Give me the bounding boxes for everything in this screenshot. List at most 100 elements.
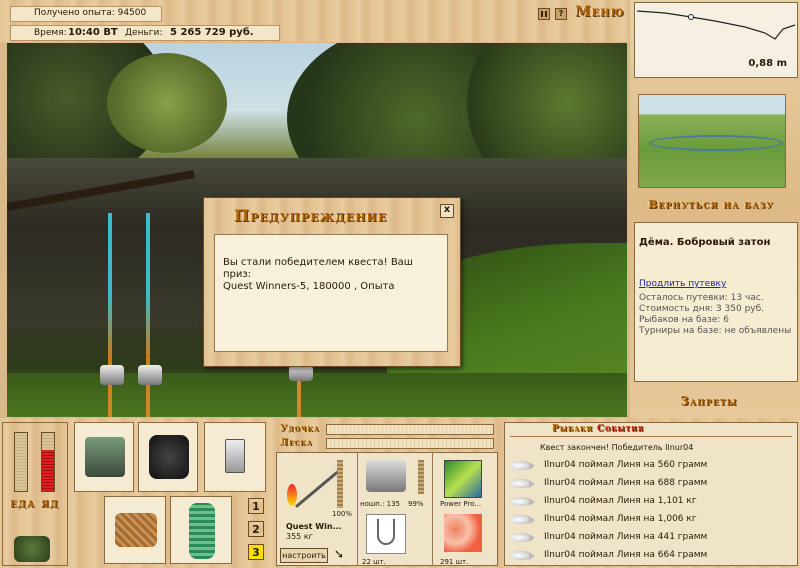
location-thumbnail[interactable] xyxy=(638,94,786,188)
slot-button-1[interactable]: 1 xyxy=(248,498,264,514)
reel-label: ношп.: 135 xyxy=(360,500,401,508)
fishing-rod-2[interactable] xyxy=(146,213,150,417)
tab-events[interactable]: События xyxy=(597,424,644,434)
fish-icon xyxy=(510,496,535,506)
bait-icon[interactable] xyxy=(444,514,482,552)
event-row: Ilnur04 поймал Линя на 688 грамм xyxy=(510,474,788,492)
bottom-panel: ЕДА ЯД 1 2 3 Удочка Леска 100% Quest Win… xyxy=(0,418,800,568)
event-text: Ilnur04 поймал Линя на 560 грамм xyxy=(544,460,708,470)
line-tension-bar xyxy=(326,438,494,449)
divider xyxy=(510,436,792,437)
experience-text: Получено опыта: 94500 xyxy=(34,8,147,18)
location-info-box: Дёма. Бобровый затон Продлить путевку Ос… xyxy=(634,222,798,382)
extend-permit-link[interactable]: Продлить путевку xyxy=(639,279,726,289)
slot-button-3[interactable]: 3 xyxy=(248,544,264,560)
back-to-base-button[interactable]: Вернуться на базу xyxy=(648,198,774,211)
slot-button-2[interactable]: 2 xyxy=(248,521,264,537)
pause-icon[interactable] xyxy=(538,8,550,20)
phone-icon xyxy=(225,439,245,473)
event-row: Ilnur04 поймал Линя на 441 грамм xyxy=(510,528,788,546)
line-bar-label: Леска xyxy=(280,438,313,448)
line-name: Power Pro... xyxy=(440,500,482,508)
tab-fishers[interactable]: Рыбаки xyxy=(552,424,593,434)
event-row: Ilnur04 поймал Линя на 1,006 кг xyxy=(510,510,788,528)
tackle-box-icon xyxy=(85,437,125,477)
food-meter xyxy=(14,432,28,492)
rod-icon xyxy=(295,467,343,508)
setup-button[interactable]: настроить xyxy=(280,548,328,563)
reel-2-icon[interactable] xyxy=(138,365,162,385)
event-text: Ilnur04 поймал Линя на 664 грамм xyxy=(544,550,708,560)
rod-pct: 100% xyxy=(332,510,353,518)
backpack-icon xyxy=(149,435,189,479)
divider xyxy=(357,452,358,566)
divider xyxy=(432,452,433,566)
arrow-icon[interactable]: ➘ xyxy=(334,548,346,560)
depth-marker-icon xyxy=(688,14,694,20)
fishing-line-icon[interactable] xyxy=(444,460,482,498)
fish-icon xyxy=(510,532,535,542)
fish-icon xyxy=(510,514,535,524)
location-name: Дёма. Бобровый затон xyxy=(639,237,771,248)
picnic-basket-icon xyxy=(115,513,157,547)
time-label: Время: xyxy=(34,28,67,38)
bait-count: 291 шт. xyxy=(440,558,469,566)
event-text: Ilnur04 поймал Линя на 1,101 кг xyxy=(544,496,697,506)
fishing-rod-1[interactable] xyxy=(108,213,112,417)
hook-slot[interactable] xyxy=(366,514,406,554)
event-row: Ilnur04 поймал Линя на 664 грамм xyxy=(510,546,788,564)
dialog-message-box: Вы стали победителем квеста! Ваш приз: Q… xyxy=(214,234,448,352)
money-label: Деньги: xyxy=(125,28,163,38)
close-icon[interactable]: x xyxy=(440,204,454,218)
bite-meter xyxy=(41,432,55,492)
reel-durability-bar xyxy=(418,460,424,494)
keepnet-icon xyxy=(189,503,215,559)
bite-meter-fill xyxy=(42,450,54,491)
slot-tackle-box[interactable] xyxy=(74,422,134,492)
event-text: Ilnur04 поймал Линя на 441 грамм xyxy=(544,532,708,542)
rod-bar-label: Удочка xyxy=(280,424,320,434)
reel-3-icon[interactable] xyxy=(289,365,313,381)
menu-button[interactable]: Меню xyxy=(575,4,624,20)
float-icon xyxy=(287,484,297,506)
depth-graph: 0,88 m xyxy=(634,2,798,78)
depth-value: 0,88 m xyxy=(748,58,787,69)
money-value: 5 265 729 руб. xyxy=(170,27,254,38)
permit-info: Осталось путевки: 13 час. Стоимость дня:… xyxy=(639,293,791,337)
dialog-title: Предупреждение xyxy=(234,206,388,225)
event-row: Ilnur04 поймал Линя на 560 грамм xyxy=(510,456,788,474)
info-line: Турниры на базе: не объявлены xyxy=(639,326,792,336)
fish-icon xyxy=(510,460,535,470)
top-status-bar: Получено опыта: 94500 Время: 10:40 ВТ Де… xyxy=(0,0,630,42)
dialog-message-line2: Quest Winners-5, 180000 , Опыта xyxy=(223,281,395,292)
rod-name: Quest Win... xyxy=(286,522,342,531)
time-value: 10:40 ВТ xyxy=(68,27,118,38)
info-line: Стоимость дня: 3 350 руб. xyxy=(639,304,765,314)
info-line: Рыбаков на базе: 6 xyxy=(639,315,729,325)
bite-label: ЯД xyxy=(41,500,59,510)
rod-durability-bar xyxy=(337,460,343,508)
bans-button[interactable]: Запреты xyxy=(680,394,737,408)
event-text: Ilnur04 поймал Линя на 688 грамм xyxy=(544,478,708,488)
warning-dialog: Предупреждение x Вы стали победителем кв… xyxy=(203,197,461,367)
hook-icon xyxy=(377,519,395,545)
slot-basket[interactable] xyxy=(104,496,166,564)
event-text: Ilnur04 поймал Линя на 1,006 кг xyxy=(544,514,697,524)
event-row: Ilnur04 поймал Линя на 1,101 кг xyxy=(510,492,788,510)
reel-icon[interactable] xyxy=(366,460,406,492)
slot-phone[interactable] xyxy=(204,422,266,492)
events-header: Квест закончен! Победитель Ilnur04 xyxy=(540,443,694,452)
slot-backpack[interactable] xyxy=(138,422,198,492)
river-curve xyxy=(649,135,783,151)
fish-icon xyxy=(510,478,535,488)
bag-icon[interactable] xyxy=(14,536,50,562)
rod-weight: 355 кг xyxy=(286,532,313,541)
info-line: Осталось путевки: 13 час. xyxy=(639,293,764,303)
right-panel: 0,88 m Вернуться на базу Дёма. Бобровый … xyxy=(630,0,800,418)
slot-keepnet[interactable] xyxy=(170,496,232,564)
tree-center xyxy=(107,53,227,153)
help-icon[interactable]: ? xyxy=(555,8,567,20)
fish-icon xyxy=(510,550,535,560)
food-label: ЕДА xyxy=(10,500,36,510)
reel-1-icon[interactable] xyxy=(100,365,124,385)
